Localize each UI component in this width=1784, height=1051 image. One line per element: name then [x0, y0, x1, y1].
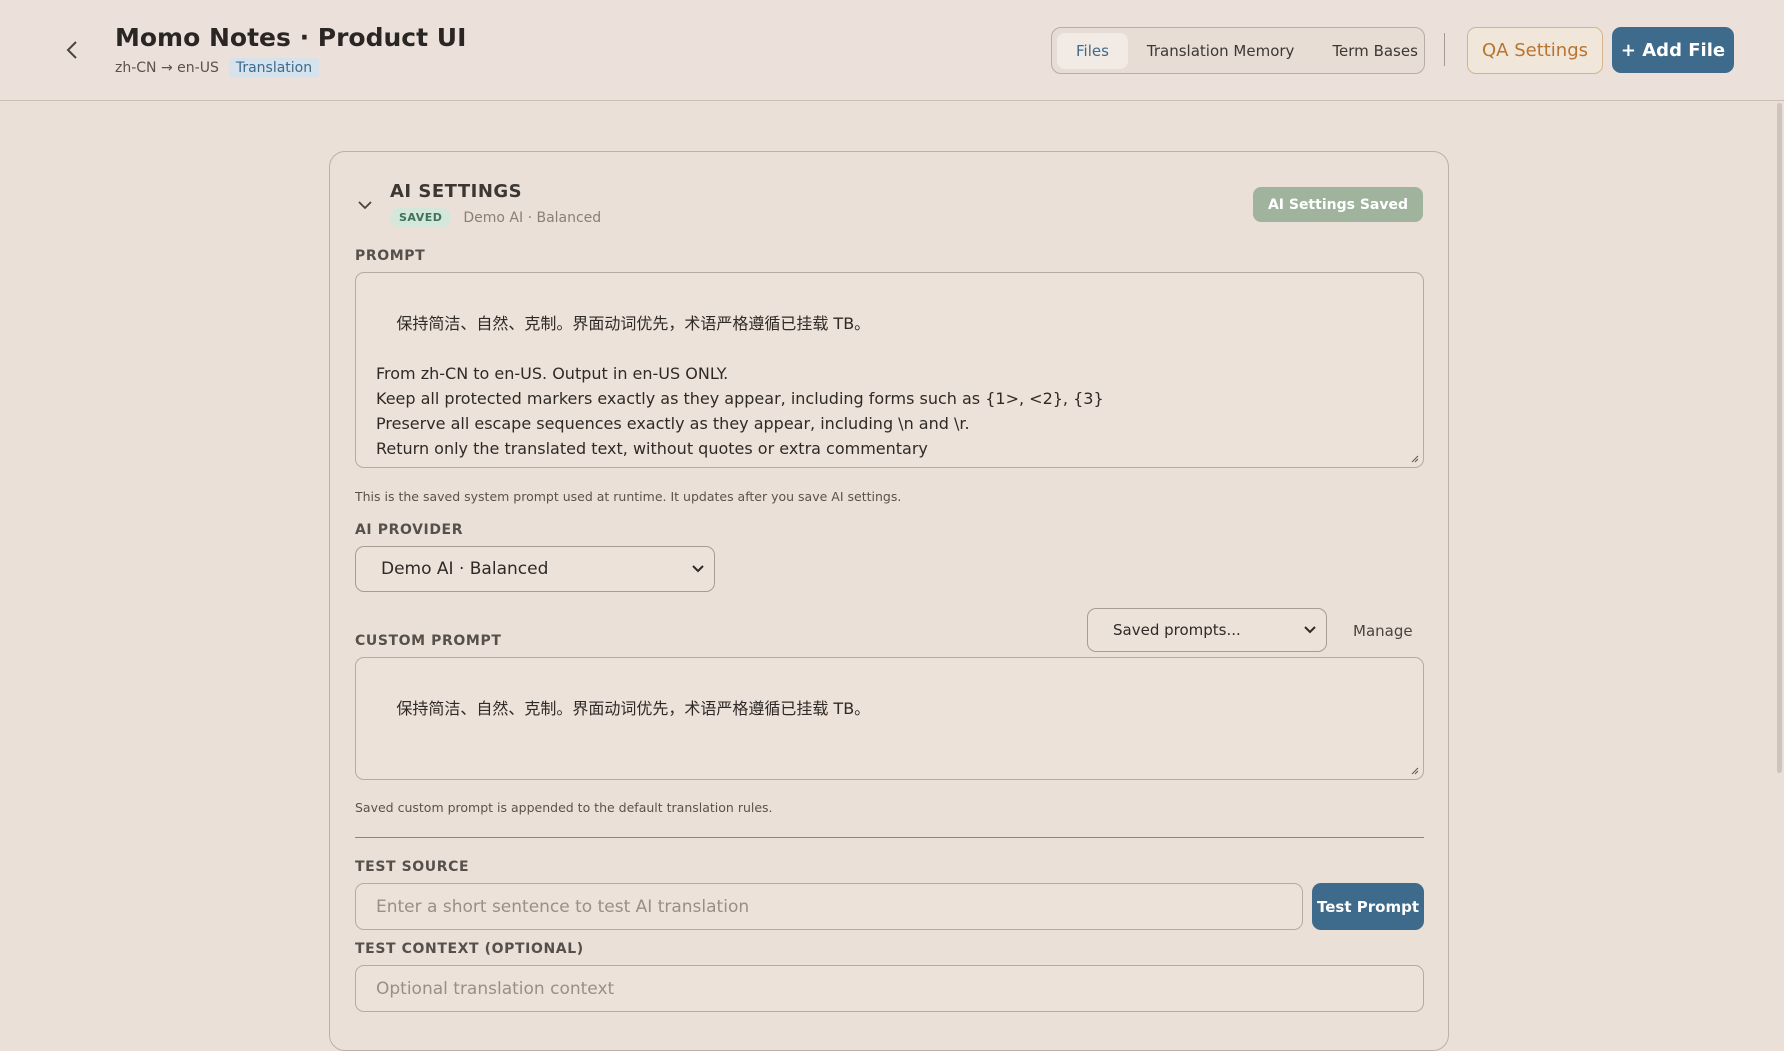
- provider-label: AI PROVIDER: [355, 522, 464, 538]
- test-source-label: TEST SOURCE: [355, 859, 470, 875]
- saved-prompts-select[interactable]: Saved prompts...: [1087, 608, 1327, 652]
- test-prompt-button[interactable]: Test Prompt: [1312, 883, 1424, 930]
- tab-files[interactable]: Files: [1057, 32, 1128, 69]
- header-divider: [1444, 33, 1445, 66]
- mode-badge: Translation: [228, 58, 320, 78]
- tab-translation-memory[interactable]: Translation Memory: [1128, 33, 1314, 69]
- chevron-down-icon: [358, 201, 372, 210]
- qa-settings-button[interactable]: QA Settings: [1467, 27, 1603, 74]
- prompt-textarea[interactable]: 保持简洁、自然、克制。界面动词优先，术语严格遵循已挂载 TB。 From zh-…: [355, 272, 1424, 468]
- top-bar: Momo Notes · Product UI zh-CN → en-US Tr…: [0, 0, 1784, 101]
- manage-prompts-button[interactable]: Manage: [1353, 622, 1413, 640]
- prompt-helper-text: This is the saved system prompt used at …: [355, 489, 902, 504]
- saved-prompts-value: Saved prompts...: [1113, 621, 1241, 639]
- custom-prompt-label: CUSTOM PROMPT: [355, 633, 502, 649]
- test-source-placeholder: Enter a short sentence to test AI transl…: [376, 896, 750, 917]
- language-pair: zh-CN → en-US: [115, 60, 219, 76]
- test-context-label: TEST CONTEXT (OPTIONAL): [355, 941, 584, 957]
- add-file-button[interactable]: + Add File: [1612, 27, 1734, 73]
- test-context-placeholder: Optional translation context: [376, 978, 615, 999]
- test-source-input[interactable]: Enter a short sentence to test AI transl…: [355, 883, 1303, 930]
- resize-grip-icon[interactable]: [1411, 767, 1419, 775]
- main-nav: Files Translation Memory Term Bases: [1051, 27, 1425, 74]
- project-title: Momo Notes · Product UI: [115, 23, 467, 52]
- saved-status-row: SAVED Demo AI · Balanced: [390, 208, 601, 227]
- settings-saved-button[interactable]: AI Settings Saved: [1252, 187, 1423, 222]
- prompt-text: 保持简洁、自然、克制。界面动词优先，术语严格遵循已挂载 TB。 From zh-…: [376, 314, 1104, 458]
- section-title: AI SETTINGS: [390, 181, 523, 202]
- collapse-toggle[interactable]: [356, 196, 374, 214]
- saved-badge: SAVED: [390, 208, 452, 227]
- custom-prompt-textarea[interactable]: 保持简洁、自然、克制。界面动词优先，术语严格遵循已挂载 TB。: [355, 657, 1424, 780]
- custom-prompt-helper-text: Saved custom prompt is appended to the d…: [355, 800, 773, 815]
- provider-select[interactable]: Demo AI · Balanced: [355, 546, 715, 592]
- chevron-left-icon: [66, 41, 77, 59]
- test-context-input[interactable]: Optional translation context: [355, 965, 1424, 1012]
- ai-settings-card: AI SETTINGS SAVED Demo AI · Balanced AI …: [329, 151, 1449, 1051]
- custom-prompt-text: 保持简洁、自然、克制。界面动词优先，术语严格遵循已挂载 TB。: [396, 699, 871, 718]
- section-divider: [355, 837, 1424, 838]
- project-subline: zh-CN → en-US Translation: [115, 58, 320, 78]
- resize-grip-icon[interactable]: [1411, 455, 1419, 463]
- scrollbar-thumb[interactable]: [1777, 103, 1782, 773]
- tab-term-bases[interactable]: Term Bases: [1313, 33, 1436, 69]
- chevron-down-icon: [692, 565, 704, 573]
- chevron-down-icon: [1304, 626, 1316, 634]
- page-scrollbar[interactable]: [1774, 101, 1784, 1034]
- saved-provider-text: Demo AI · Balanced: [463, 209, 602, 226]
- back-button[interactable]: [58, 36, 86, 64]
- prompt-label: PROMPT: [355, 248, 426, 264]
- provider-select-value: Demo AI · Balanced: [381, 559, 549, 579]
